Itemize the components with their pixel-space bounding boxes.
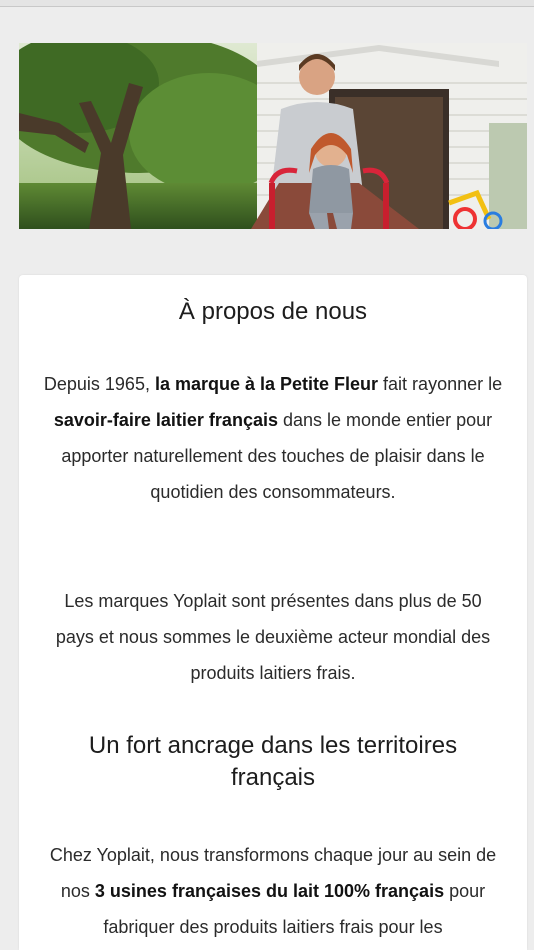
about-paragraph-3-factories: 3 usines françaises du lait 100% françai… (94, 881, 445, 901)
about-paragraph-1-savoir-faire: savoir-faire laitier français (53, 410, 278, 430)
about-paragraph-1: Depuis 1965, la marque à la Petite Fleur… (43, 366, 503, 510)
about-paragraph-3: Chez Yoplait, nous transformons chaque j… (43, 837, 503, 945)
hero-image (19, 43, 527, 229)
browser-top-edge (0, 0, 534, 7)
section-subtitle: Un fort ancrage dans les territoires fra… (88, 732, 458, 791)
about-title: À propos de nous (178, 298, 368, 325)
about-paragraph-2: Les marques Yoplait sont présentes dans … (55, 591, 491, 683)
hero-photo-illustration (19, 43, 527, 229)
about-paragraph-1-brand: la marque à la Petite Fleur (154, 374, 379, 394)
about-paragraph-1-text-a: Depuis 1965, (43, 374, 155, 394)
about-paragraph-1-text-c: fait rayonner le (378, 374, 503, 394)
about-card: À propos de nous Depuis 1965, la marque … (19, 275, 527, 950)
